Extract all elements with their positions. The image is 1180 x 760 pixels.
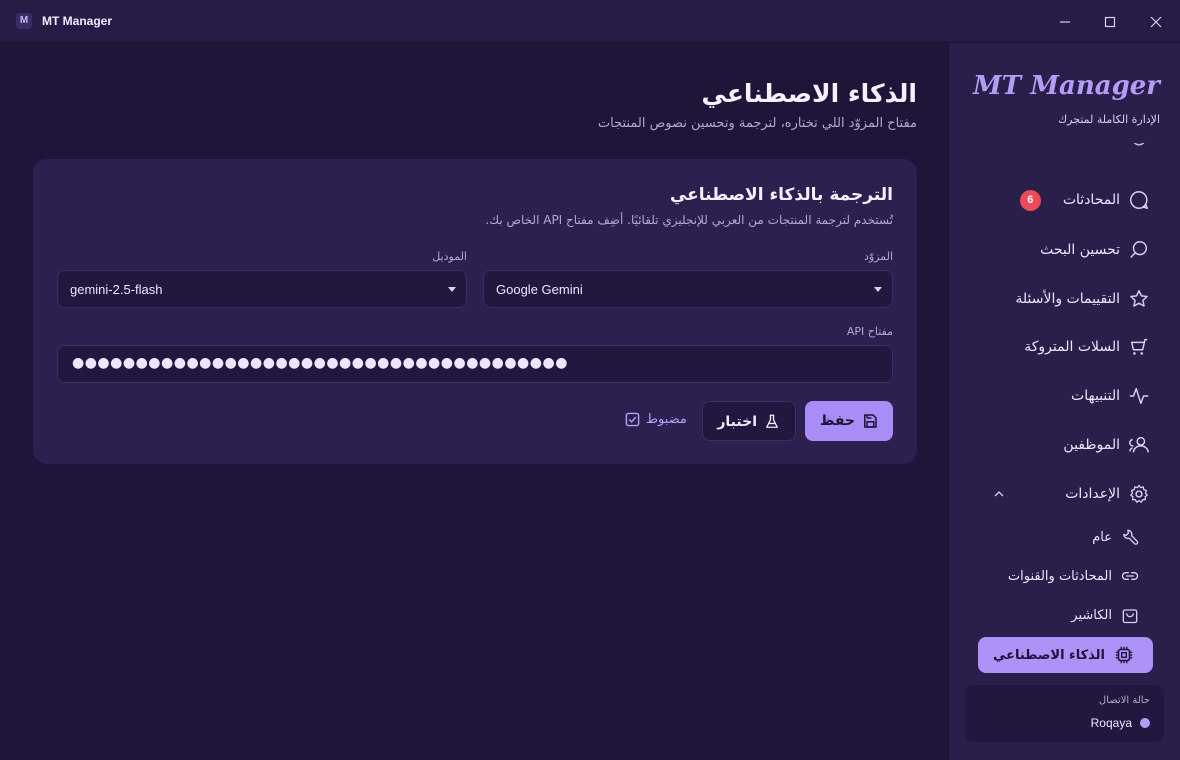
sidebar-item-settings[interactable]: الإعدادات: [1065, 483, 1150, 505]
provider-select[interactable]: Google Gemini: [483, 270, 893, 308]
api-key-label: مفتاح API: [846, 325, 893, 338]
sidebar-item-conversations[interactable]: المحادثات 6: [1019, 189, 1150, 211]
maximize-button[interactable]: [1098, 10, 1122, 34]
users-icon: [1129, 436, 1149, 453]
checkbox-checked-icon: [625, 412, 640, 427]
status-dot: [1140, 718, 1150, 728]
sidebar-item-alerts[interactable]: التنبيهات: [1071, 385, 1150, 407]
model-value: gemini-2.5-flash: [70, 282, 163, 297]
chevron-down-icon: [874, 287, 882, 292]
sidebar-subitem-ai[interactable]: الذكاء الاصطناعي: [978, 637, 1153, 673]
star-icon: [1130, 290, 1148, 307]
sidebar-subitem-label: الكاشير: [1071, 607, 1112, 623]
configured-status: مضبوط: [625, 412, 687, 427]
sidebar-item-label: الإعدادات: [1065, 486, 1120, 502]
save-icon: [864, 414, 877, 428]
minimize-icon: [1060, 21, 1070, 23]
sidebar-nav: المحادثات 6 تحسين البحث التقييمات والأسئ…: [949, 143, 1180, 678]
main-content: الذكاء الاصطناعي مفتاح المزوّد اللي تختا…: [0, 43, 949, 760]
model-select[interactable]: gemini-2.5-flash: [57, 270, 467, 308]
minimize-button[interactable]: [1053, 10, 1077, 34]
link-icon: [1121, 572, 1139, 580]
sidebar-subitem-general[interactable]: عام: [1092, 527, 1140, 547]
model-label: الموديل: [432, 250, 467, 263]
chevron-up-icon[interactable]: [993, 488, 1005, 500]
sidebar-subitem-label: عام: [1092, 529, 1112, 545]
sidebar-item-hidden[interactable]: [1128, 143, 1150, 153]
sidebar-item-label: المحادثات: [1062, 192, 1120, 208]
status-label: مضبوط: [646, 412, 687, 427]
provider-label: المزوّد: [863, 250, 893, 263]
connection-status-card: حالة الاتصال Roqaya: [965, 685, 1164, 742]
chip-icon: [1115, 646, 1133, 664]
ai-translation-card: الترجمة بالذكاء الاصطناعي تُستخدم لترجمة…: [33, 159, 917, 464]
gear-icon: [1130, 484, 1148, 503]
brand-subtitle: الإدارة الكاملة لمتجرك: [1058, 113, 1160, 126]
shopping-bag-icon: [1122, 609, 1138, 624]
activity-icon: [1129, 387, 1149, 405]
save-label: حفظ: [819, 413, 855, 429]
cart-icon: [1130, 338, 1148, 355]
wrench-icon: [1123, 529, 1139, 545]
api-key-input[interactable]: ●●●●●●●●●●●●●●●●●●●●●●●●●●●●●●●●●●●●●●●: [57, 345, 893, 383]
card-description: تُستخدم لترجمة المنتجات من العربي للإنجل…: [485, 213, 893, 227]
sidebar-item-abandoned-carts[interactable]: السلات المتروكة: [1024, 336, 1150, 358]
sidebar-item-label: التقييمات والأسئلة: [1015, 291, 1120, 307]
sidebar-item-reviews[interactable]: التقييمات والأسئلة: [1015, 288, 1150, 310]
app-logo-icon: M: [16, 13, 32, 29]
sidebar-subitem-label: الذكاء الاصطناعي: [992, 647, 1105, 663]
sidebar-subitem-channels[interactable]: المحادثات والقنوات: [1008, 566, 1140, 586]
sidebar-subitem-cashier[interactable]: الكاشير: [1071, 605, 1140, 625]
title-bar: M MT Manager: [0, 0, 1180, 43]
test-button[interactable]: اختبار: [702, 401, 796, 441]
close-icon: [1150, 16, 1162, 28]
sidebar-item-search[interactable]: تحسين البحث: [1040, 239, 1150, 261]
sidebar-item-label: السلات المتروكة: [1024, 339, 1120, 355]
chat-icon: [1130, 191, 1148, 209]
window-title: MT Manager: [42, 14, 113, 28]
sidebar-item-employees[interactable]: الموظفين: [1063, 434, 1150, 456]
chevron-down-icon: [448, 287, 456, 292]
connection-label: حالة الاتصال: [1098, 695, 1150, 706]
close-button[interactable]: [1144, 10, 1168, 34]
api-key-value: ●●●●●●●●●●●●●●●●●●●●●●●●●●●●●●●●●●●●●●●: [72, 355, 568, 371]
page-title: الذكاء الاصطناعي: [701, 79, 917, 108]
connection-username: Roqaya: [1090, 716, 1132, 730]
connection-user: Roqaya: [1091, 716, 1150, 730]
sidebar-item-label: التنبيهات: [1071, 388, 1120, 404]
page-subtitle: مفتاح المزوّد اللي تختاره، لترجمة وتحسين…: [597, 116, 917, 131]
sidebar-item-label: تحسين البحث: [1040, 242, 1120, 258]
unread-badge: 6: [1019, 189, 1041, 211]
brand-logo: MT Manager: [973, 71, 1160, 101]
sidebar: MT Manager الإدارة الكاملة لمتجرك المحاد…: [949, 43, 1180, 760]
flask-icon: [766, 414, 778, 428]
sidebar-subitem-label: المحادثات والقنوات: [1007, 568, 1112, 584]
maximize-icon: [1104, 16, 1116, 28]
sidebar-item-label: الموظفين: [1063, 437, 1120, 453]
circle-icon: [1133, 143, 1145, 146]
search-icon: [1130, 241, 1148, 258]
save-button[interactable]: حفظ: [805, 401, 893, 441]
card-title: الترجمة بالذكاء الاصطناعي: [669, 185, 893, 205]
test-label: اختبار: [717, 414, 757, 430]
provider-value: Google Gemini: [496, 282, 583, 297]
